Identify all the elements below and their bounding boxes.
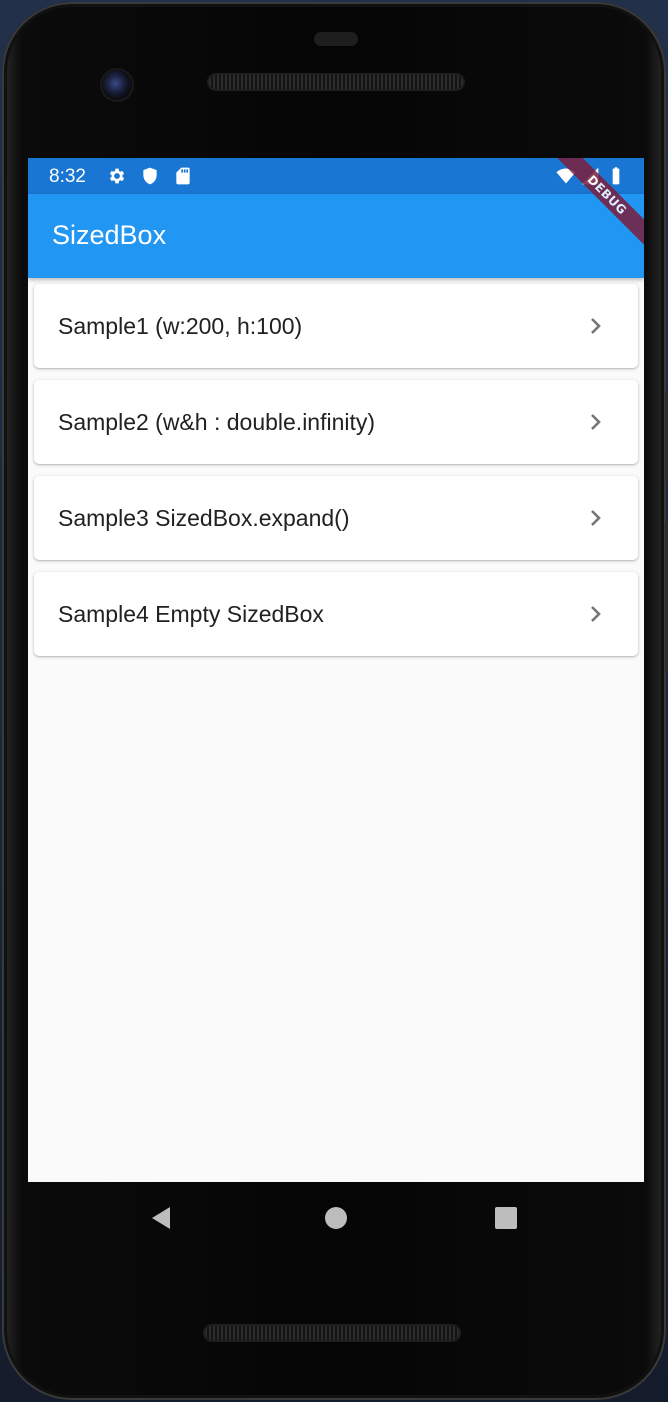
app-bar: SizedBox <box>28 194 644 278</box>
list-item-label: Sample2 (w&h : double.infinity) <box>58 409 376 435</box>
recents-icon[interactable] <box>492 1204 520 1232</box>
sample-list: Sample1 (w:200, h:100) Sample2 (w&h : do… <box>34 284 638 668</box>
earpiece-speaker <box>209 75 463 89</box>
chevron-right-icon <box>591 510 601 526</box>
proximity-sensor <box>314 32 358 46</box>
chevron-right-icon <box>591 414 601 430</box>
list-item-sample2[interactable]: Sample2 (w&h : double.infinity) <box>34 380 638 464</box>
battery-icon <box>612 167 620 185</box>
list-item-label: Sample4 Empty SizedBox <box>58 601 324 627</box>
status-bar: 8:32 <box>28 158 644 194</box>
sd-card-icon <box>176 167 190 185</box>
home-icon[interactable] <box>322 1204 350 1232</box>
device-screen: 8:32 DEBUG SizedBox Sample1 (w:200, h:10… <box>28 158 644 1182</box>
chevron-right-icon <box>591 318 601 334</box>
list-item-sample1[interactable]: Sample1 (w:200, h:100) <box>34 284 638 368</box>
back-icon[interactable] <box>148 1204 176 1232</box>
app-bar-title: SizedBox <box>52 220 167 250</box>
front-camera <box>102 70 132 100</box>
system-nav-bar <box>28 1182 644 1254</box>
list-item-label: Sample1 (w:200, h:100) <box>58 313 303 339</box>
list-item-sample4[interactable]: Sample4 Empty SizedBox <box>34 572 638 656</box>
list-item-label: Sample3 SizedBox.expand() <box>58 505 350 531</box>
bottom-speaker <box>205 1326 459 1340</box>
status-time: 8:32 <box>49 166 86 187</box>
list-item-sample3[interactable]: Sample3 SizedBox.expand() <box>34 476 638 560</box>
gear-icon <box>109 168 125 184</box>
shield-icon <box>143 167 157 185</box>
chevron-right-icon <box>591 606 601 622</box>
